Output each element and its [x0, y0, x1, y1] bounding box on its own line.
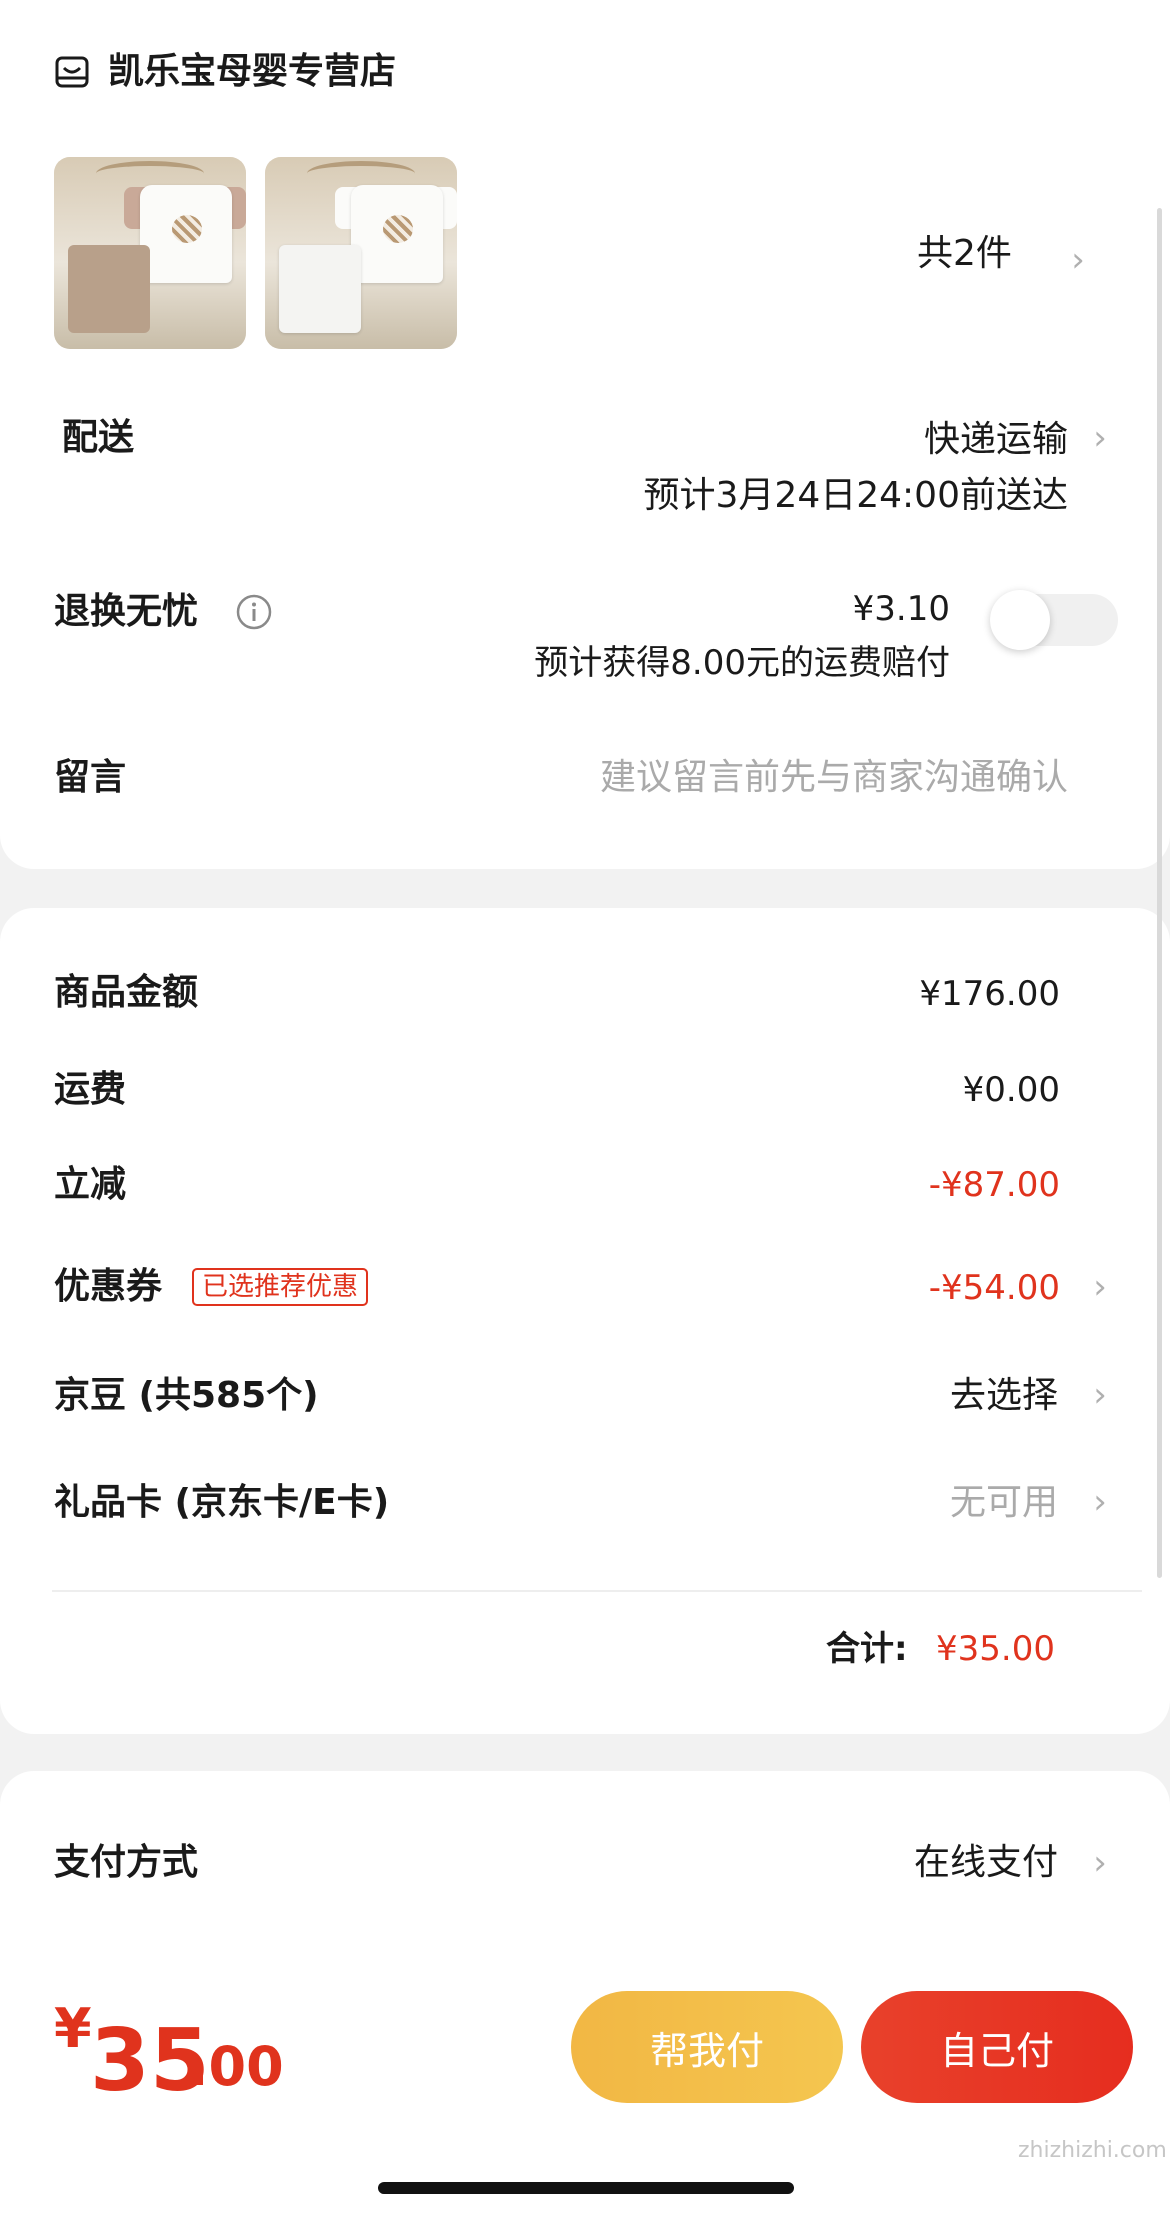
return-service-toggle[interactable] [990, 590, 1118, 650]
store-name[interactable]: 凯乐宝母婴专营店 [108, 54, 396, 90]
coupon-selected-tag: 已选推荐优惠 [192, 1268, 369, 1306]
price-summary-card [0, 908, 1170, 1734]
divider [52, 1590, 1142, 1592]
goods-amount-value: ¥176.00 [919, 974, 1060, 1014]
chevron-right-icon[interactable]: › [1085, 1843, 1115, 1883]
info-icon[interactable] [235, 593, 273, 631]
goods-amount-label: 商品金额 [54, 972, 199, 1013]
chevron-right-icon[interactable]: › [1085, 1482, 1115, 1522]
chevron-right-icon[interactable]: › [1085, 1267, 1115, 1307]
total-label: 合计: [826, 1629, 908, 1669]
discount-value: -¥87.00 [928, 1165, 1060, 1205]
delivery-method[interactable]: 快递运输 [700, 422, 1068, 458]
scrollbar[interactable] [1157, 208, 1162, 1578]
coupon-value[interactable]: -¥54.00 [860, 1271, 1060, 1305]
return-service-label: 退换无忧 [54, 591, 199, 632]
help-pay-button[interactable]: 帮我付 [571, 1991, 843, 2103]
watermark: zhizhizhi.com [1018, 2138, 1167, 2163]
footer-amount-dec: .00 [188, 2035, 284, 2098]
store-icon [55, 56, 89, 88]
gift-card-value[interactable]: 无可用 [860, 1485, 1058, 1521]
shipping-label: 运费 [54, 1069, 127, 1110]
chevron-right-icon[interactable]: › [1085, 1375, 1115, 1415]
shipping-value: ¥0.00 [962, 1070, 1060, 1110]
message-input[interactable]: 建议留言前先与商家沟通确认 [480, 760, 1068, 796]
delivery-eta: 预计3月24日24:00前送达 [643, 475, 1068, 516]
product-count[interactable]: 共2件 [917, 236, 1012, 272]
total-value: ¥35.00 [936, 1629, 1055, 1669]
delivery-label: 配送 [62, 417, 135, 458]
jd-beans-label: 京豆 (共585个) [54, 1375, 319, 1416]
chevron-right-icon[interactable]: › [1085, 418, 1115, 458]
payment-method-label: 支付方式 [54, 1842, 199, 1883]
chevron-right-icon[interactable]: › [1063, 240, 1093, 280]
coupon-label: 优惠券 [54, 1266, 163, 1307]
self-pay-button[interactable]: 自己付 [861, 1991, 1133, 2103]
discount-label: 立减 [54, 1164, 127, 1205]
product-thumbnail[interactable] [54, 157, 246, 349]
footer-currency: ¥ [54, 1997, 92, 2060]
gift-card-label: 礼品卡 (京东卡/E卡) [54, 1482, 390, 1523]
jd-beans-value[interactable]: 去选择 [860, 1378, 1058, 1414]
return-service-price: ¥3.10 [852, 589, 950, 629]
product-thumbnail[interactable] [265, 157, 457, 349]
return-service-desc: 预计获得8.00元的运费赔付 [534, 643, 950, 683]
message-label: 留言 [54, 757, 127, 798]
home-indicator[interactable] [378, 2182, 794, 2194]
payment-method-value[interactable]: 在线支付 [860, 1845, 1058, 1881]
